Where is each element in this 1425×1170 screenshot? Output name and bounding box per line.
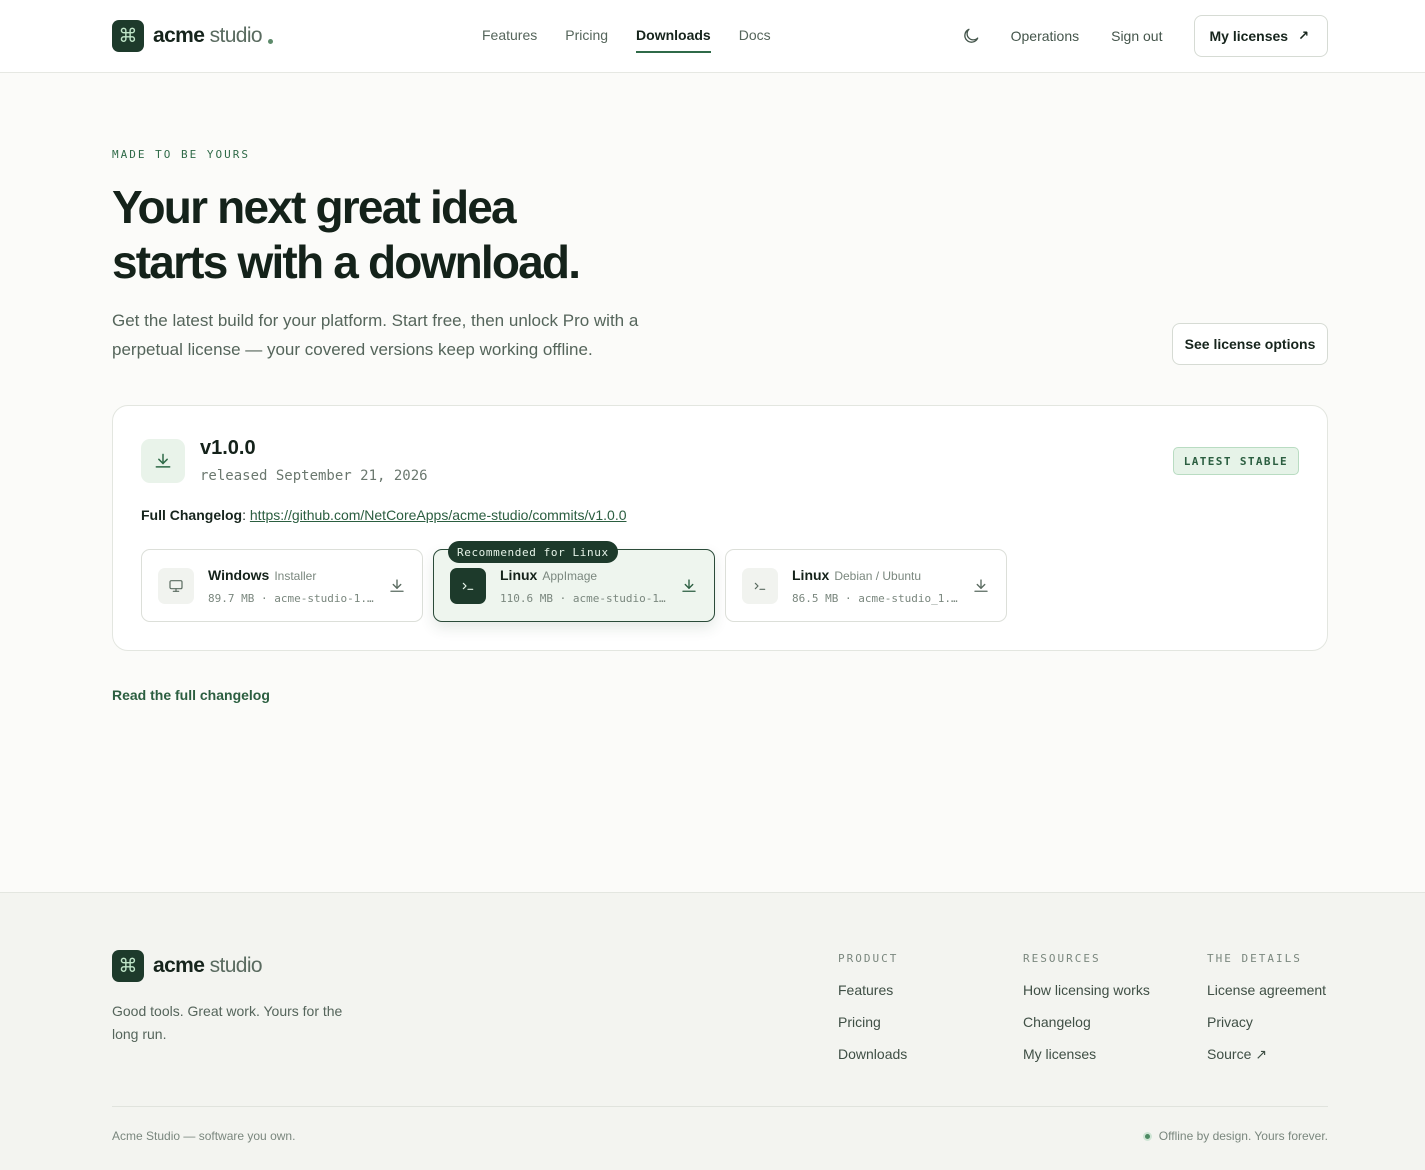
full-changelog: Full Changelog: https://github.com/NetCo…: [141, 507, 627, 523]
footer-offline-note: Offline by design. Yours forever.: [1142, 1129, 1328, 1143]
footer-link-changelog[interactable]: Changelog: [1023, 1014, 1150, 1031]
download-windows-installer[interactable]: Windows Installer 89.7 MB · acme-studio-1…: [141, 549, 423, 622]
command-icon: ⌘: [112, 20, 144, 52]
read-full-changelog-link[interactable]: Read the full changelog: [112, 687, 270, 703]
download-linux-appimage[interactable]: Recommended for Linux Linux AppImage 110.…: [433, 541, 715, 622]
monitor-icon: [158, 568, 194, 604]
download-platform: Linux: [792, 567, 830, 583]
recommended-tag: Recommended for Linux: [448, 541, 618, 563]
brand-name: acme studio: [153, 954, 263, 977]
status-dot-icon: [1142, 1131, 1152, 1141]
moon-icon[interactable]: [961, 26, 981, 46]
footer-link-features[interactable]: Features: [838, 982, 907, 999]
changelog-url-link[interactable]: https://github.com/NetCoreApps/acme-stud…: [250, 507, 627, 523]
download-kind: Debian / Ubuntu: [834, 569, 922, 583]
release-date: released September 21, 2026: [200, 468, 428, 484]
download-meta: 86.5 MB · acme-studio_1.0.0_amd64.deb: [792, 592, 962, 605]
download-meta: 89.7 MB · acme-studio-1.0.0-setup.exe: [208, 592, 378, 605]
hero-eyebrow: MADE TO BE YOURS: [112, 148, 250, 161]
nav-pricing[interactable]: Pricing: [565, 27, 608, 43]
footer-column-heading: THE DETAILS: [1207, 952, 1302, 965]
nav-downloads[interactable]: Downloads: [636, 27, 711, 53]
footer-link-pricing[interactable]: Pricing: [838, 1014, 907, 1031]
nav-docs[interactable]: Docs: [739, 27, 771, 43]
download-icon: [974, 579, 988, 592]
footer-divider: [112, 1106, 1328, 1107]
release-card: v1.0.0 released September 21, 2026 LATES…: [112, 405, 1328, 651]
footer-column-product: PRODUCT Features Pricing Downloads: [838, 952, 907, 1078]
download-icon: [682, 579, 696, 592]
my-licenses-button[interactable]: My licenses ↗: [1194, 15, 1328, 57]
footer-column-heading: RESOURCES: [1023, 952, 1101, 965]
hero-lede: Get the latest build for your platform. …: [112, 311, 639, 359]
download-icon: [390, 579, 404, 592]
external-arrow-icon: ↗: [1298, 28, 1309, 43]
release-version: v1.0.0: [200, 437, 256, 459]
site-footer: ⌘ acme studio Good tools. Great work. Yo…: [0, 892, 1425, 1170]
footer-tagline: Good tools. Great work. Yours for the lo…: [112, 1003, 343, 1042]
download-linux-deb[interactable]: Linux Debian / Ubuntu 86.5 MB · acme-stud…: [725, 549, 1007, 622]
download-meta: 110.6 MB · acme-studio-1.0.0.AppImage: [500, 592, 670, 605]
footer-column-resources: RESOURCES How licensing works Changelog …: [1023, 952, 1150, 1078]
footer-column-heading: PRODUCT: [838, 952, 899, 965]
brand-logo[interactable]: ⌘ acme studio: [112, 20, 274, 52]
operations-link[interactable]: Operations: [1011, 28, 1079, 44]
download-kind: Installer: [274, 569, 317, 583]
main-nav: Features Pricing Downloads Docs: [482, 27, 799, 53]
footer-brand-logo[interactable]: ⌘ acme studio: [112, 950, 263, 982]
footer-link-source[interactable]: Source ↗: [1207, 1046, 1326, 1063]
brand-name: acme studio: [153, 24, 263, 47]
terminal-icon: [450, 568, 486, 604]
footer-link-privacy[interactable]: Privacy: [1207, 1014, 1326, 1031]
footer-link-license-agreement[interactable]: License agreement: [1207, 982, 1326, 999]
download-platform: Windows: [208, 567, 270, 583]
header-actions: Operations Sign out My licenses ↗: [961, 15, 1328, 57]
sign-out-link[interactable]: Sign out: [1111, 28, 1162, 44]
footer-copyright: Acme Studio — software you own.: [112, 1129, 296, 1143]
nav-features[interactable]: Features: [482, 27, 537, 43]
hero-title: Your next great idea starts with a downl…: [112, 181, 581, 288]
terminal-icon: [742, 568, 778, 604]
status-badge: LATEST STABLE: [1172, 447, 1299, 475]
footer-link-my-licenses[interactable]: My licenses: [1023, 1046, 1150, 1063]
download-kind: AppImage: [542, 569, 598, 583]
status-dot-icon: [268, 38, 274, 44]
download-icon: [141, 439, 185, 483]
footer-column-details: THE DETAILS License agreement Privacy So…: [1207, 952, 1326, 1078]
site-header: ⌘ acme studio Features Pricing Downloads…: [0, 0, 1425, 73]
see-license-options-button[interactable]: See license options: [1172, 323, 1328, 365]
footer-link-downloads[interactable]: Downloads: [838, 1046, 907, 1063]
command-icon: ⌘: [112, 950, 144, 982]
download-platform: Linux: [500, 567, 538, 583]
footer-link-how-licensing-works[interactable]: How licensing works: [1023, 982, 1150, 999]
